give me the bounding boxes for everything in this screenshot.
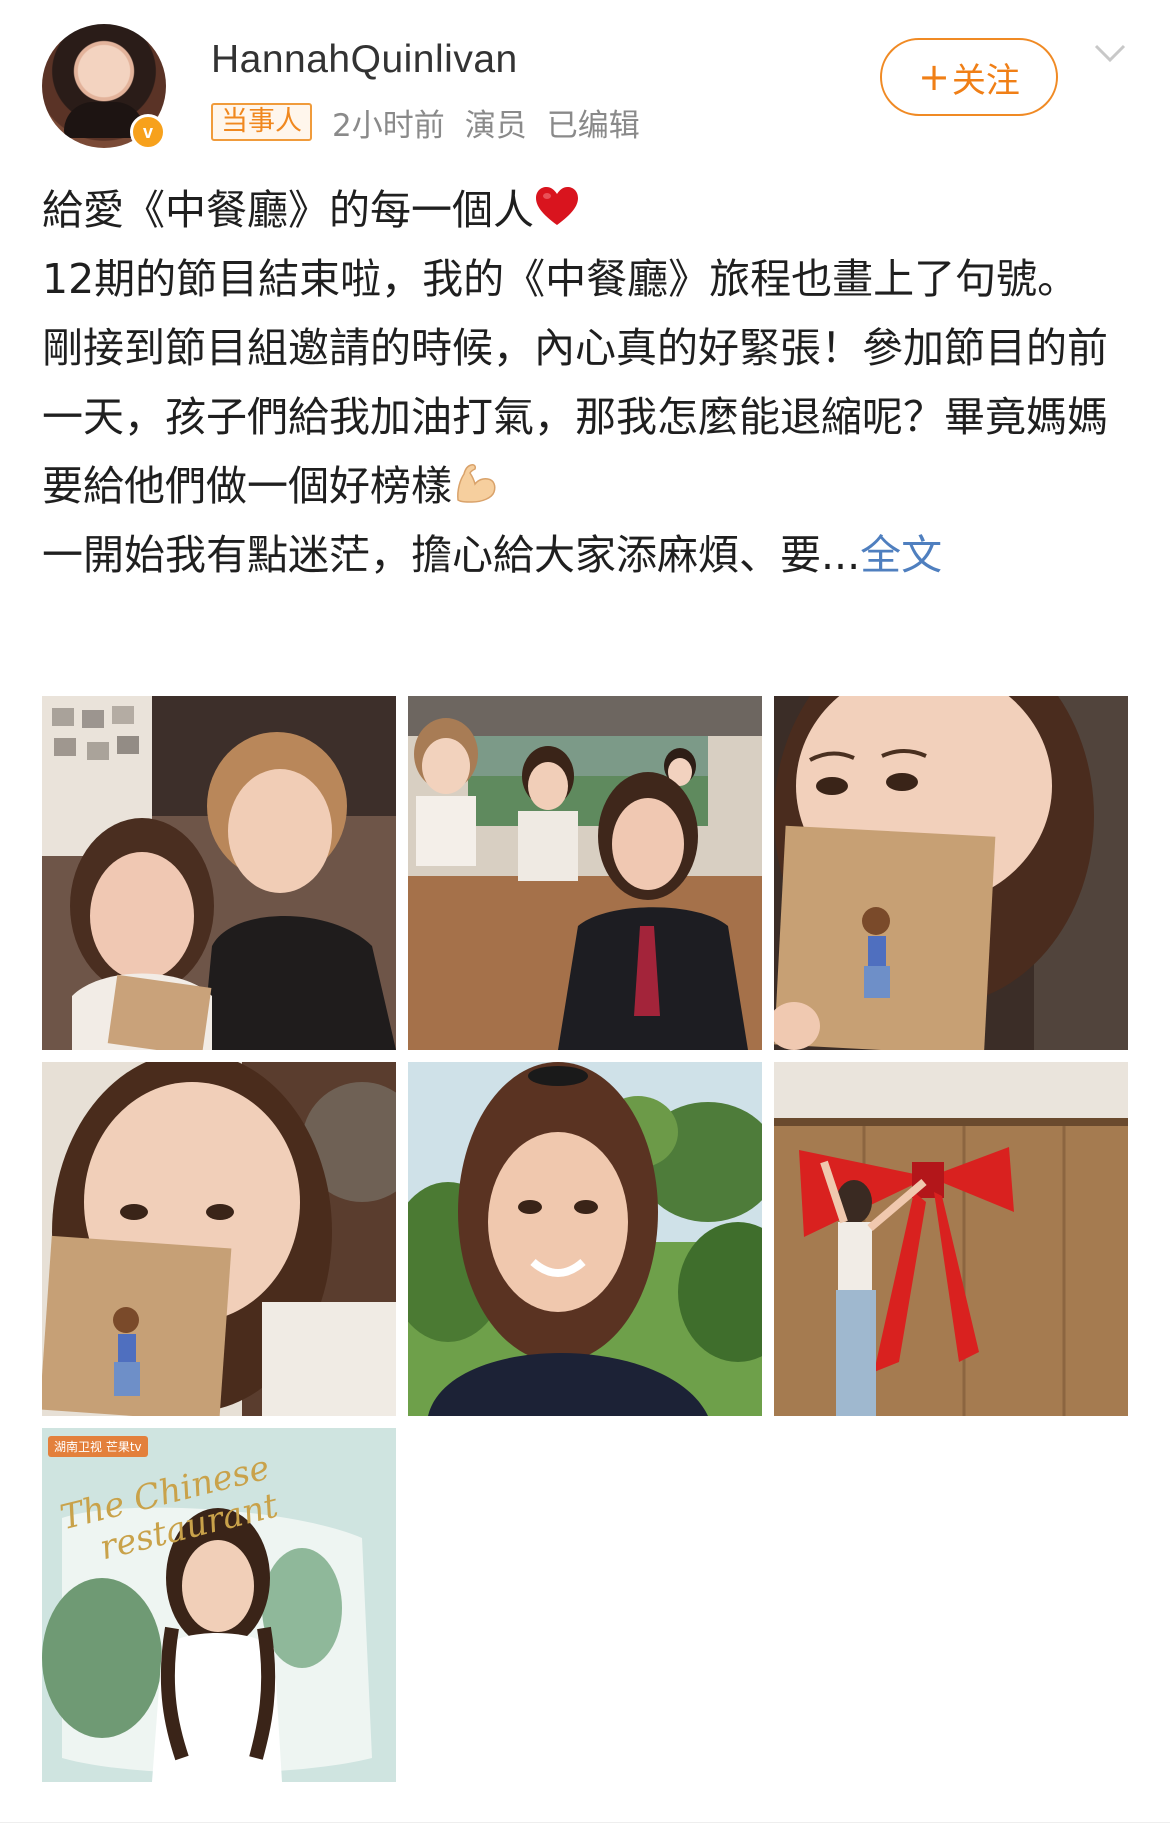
post-image-6[interactable]	[774, 1062, 1128, 1416]
post-line-2: 12期的節目結束啦，我的《中餐廳》旅程也畫上了句號。	[42, 255, 1079, 303]
image-grid: 湖南卫视 芒果tv The Chinese restaurant	[42, 696, 1128, 1782]
status-badge: 当事人	[211, 103, 312, 141]
muscle-icon	[457, 464, 496, 503]
weibo-post: v HannahQuinlivan 当事人 2小时前 演员 已编辑 + 关注 給…	[0, 0, 1170, 1831]
username[interactable]: HannahQuinlivan	[211, 38, 518, 82]
post-image-1[interactable]	[42, 696, 396, 1050]
post-time: 2小时前	[332, 107, 445, 144]
plus-icon: +	[918, 55, 950, 99]
follow-button[interactable]: + 关注	[880, 38, 1058, 116]
post-line-3: 剛接到節目組邀請的時候，內心真的好緊張！參加節目的前一天，孩子們給我加油打氣，那…	[42, 324, 1108, 510]
post-image-5[interactable]	[408, 1062, 762, 1416]
divider	[0, 1822, 1170, 1823]
edited-label: 已编辑	[546, 107, 640, 144]
heart-icon	[536, 187, 578, 225]
follow-label: 关注	[951, 60, 1020, 101]
user-role: 演员	[464, 107, 527, 144]
post-line-1: 給愛《中餐廳》的每一個人	[42, 176, 1132, 245]
poster-logos: 湖南卫视 芒果tv	[48, 1436, 148, 1457]
post-line-4: 一開始我有點迷茫，擔心給大家添麻煩、要...全文	[42, 531, 943, 579]
chevron-down-icon[interactable]	[1092, 36, 1128, 72]
post-meta: 当事人 2小时前 演员 已编辑	[211, 102, 640, 144]
post-text: 給愛《中餐廳》的每一個人 12期的節目結束啦，我的《中餐廳》旅程也畫上了句號。 …	[42, 176, 1132, 590]
expand-full-text-link[interactable]: 全文	[860, 531, 942, 579]
post-image-7-poster[interactable]: 湖南卫视 芒果tv The Chinese restaurant	[42, 1428, 396, 1782]
verified-badge-icon: v	[130, 114, 166, 150]
post-image-2[interactable]	[408, 696, 762, 1050]
post-image-4[interactable]	[42, 1062, 396, 1416]
post-image-3[interactable]	[774, 696, 1128, 1050]
